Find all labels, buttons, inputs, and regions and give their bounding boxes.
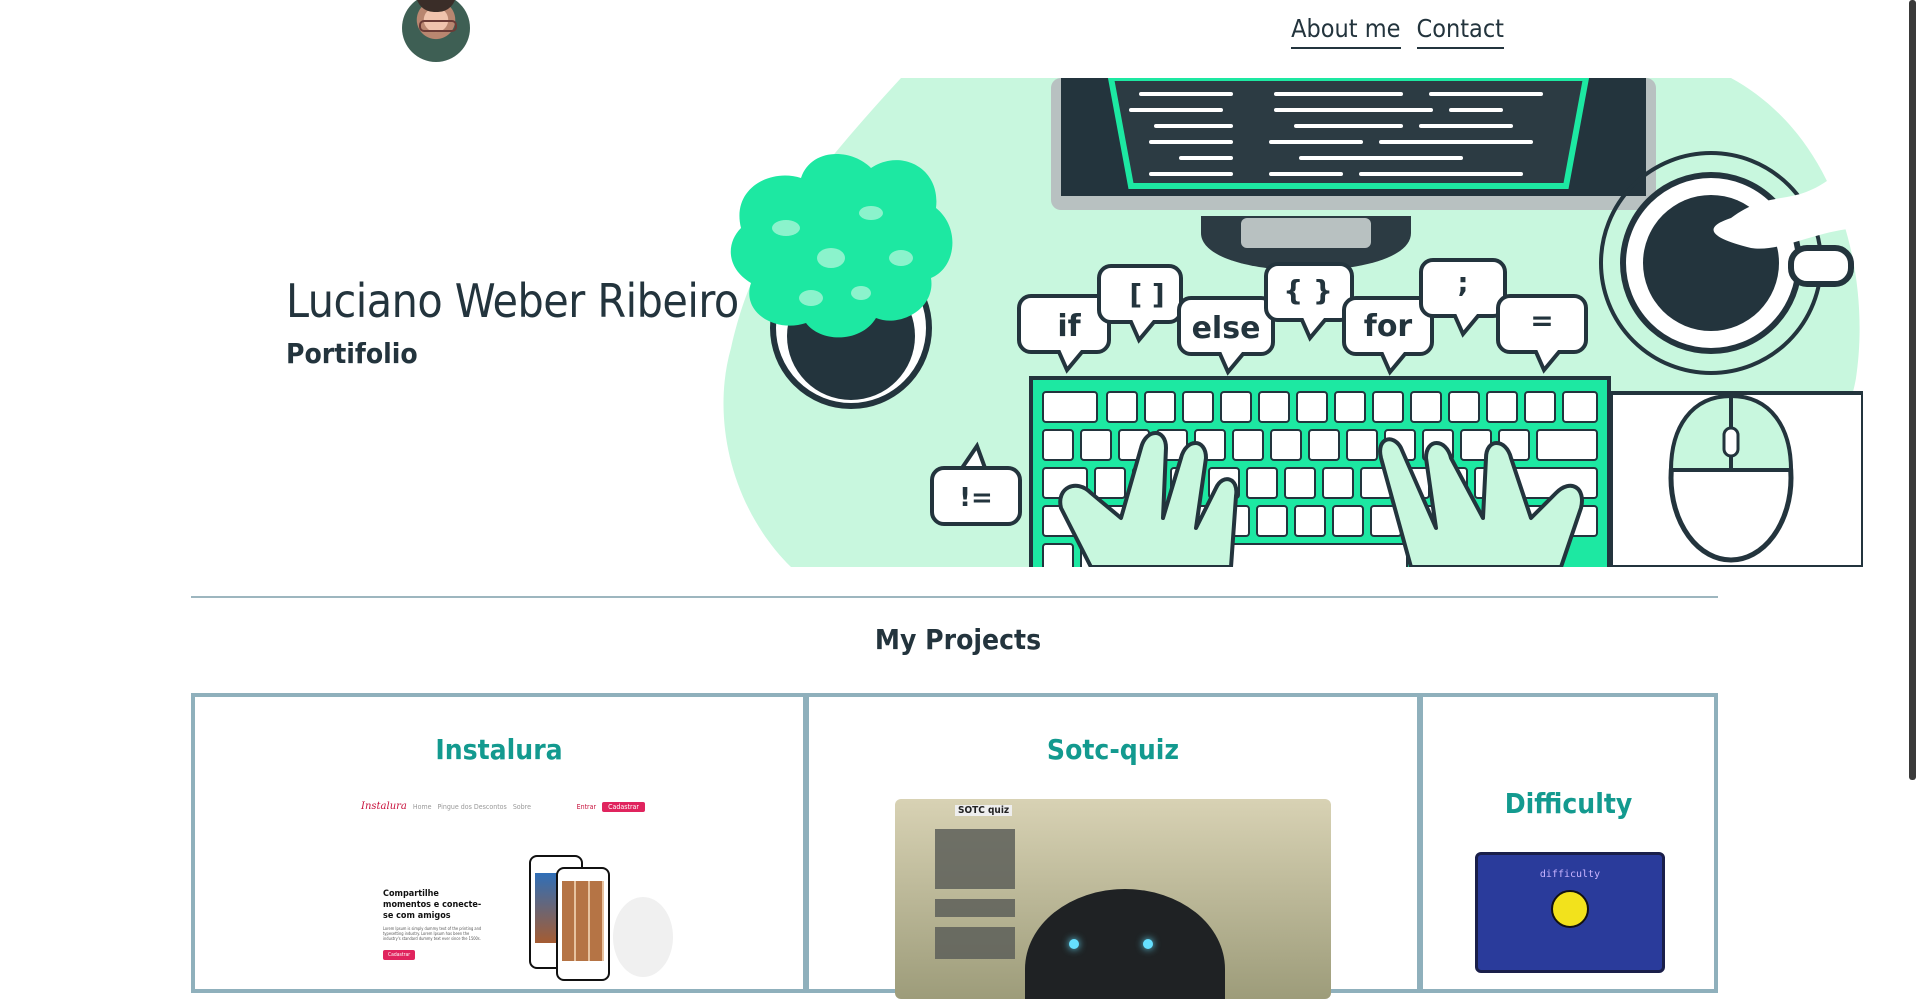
difficulty-smiley-icon — [1551, 890, 1589, 928]
programmer-desk-illustration: if [ ] else { } for ; = != — [723, 78, 1863, 567]
projects-section-title: My Projects — [874, 623, 1042, 656]
hero-subtitle: Portifolio — [286, 337, 418, 370]
page-scrollbar[interactable] — [1909, 0, 1916, 780]
bubble-else: else — [1192, 311, 1261, 346]
project-card-sotc-quiz[interactable]: Sotc-quiz SOTC quiz — [805, 693, 1421, 999]
nav-about-link[interactable]: About me — [1291, 14, 1401, 49]
project-card-instalura[interactable]: Instalura Instalura Home Pingue dos Desc… — [191, 693, 807, 993]
profile-avatar — [402, 0, 470, 62]
instalura-phone-front — [556, 867, 610, 981]
bubble-if: if — [1057, 309, 1081, 344]
sotc-quiz-logo: SOTC quiz — [955, 805, 1013, 816]
instalura-logo: Instalura — [361, 801, 407, 812]
instalura-body: Lorem Ipsum is simply dummy text of the … — [383, 926, 482, 941]
sotc-quiz-preview: SOTC quiz — [895, 799, 1331, 999]
project-title[interactable]: Instalura — [195, 733, 803, 766]
bubble-brackets: [ ] — [1129, 278, 1164, 311]
bubble-for: for — [1364, 309, 1413, 344]
projects-grid: Instalura Instalura Home Pingue dos Desc… — [191, 693, 1718, 999]
hero-name: Luciano Weber Ribeiro — [286, 274, 739, 328]
difficulty-preview: difficulty — [1475, 852, 1665, 973]
project-title[interactable]: Difficulty — [1423, 787, 1714, 820]
bubble-not-equals: != — [959, 483, 993, 513]
difficulty-logo: difficulty — [1539, 869, 1601, 880]
instalura-bg-shape — [613, 897, 673, 977]
project-title[interactable]: Sotc-quiz — [809, 733, 1417, 766]
project-card-difficulty[interactable]: Difficulty difficulty — [1419, 693, 1718, 993]
top-nav: About me Contact — [1291, 14, 1504, 49]
section-divider — [191, 596, 1718, 598]
avatar-glasses — [419, 20, 457, 32]
nav-contact-link[interactable]: Contact — [1416, 14, 1504, 49]
bubble-braces: { } — [1283, 274, 1333, 307]
avatar-hair — [416, 0, 456, 12]
instalura-link-about: Sobre — [512, 802, 531, 811]
instalura-headline: Compartilhe momentos e conecte-se com am… — [383, 889, 482, 921]
instalura-preview: Instalura Home Pingue dos Descontos Sobr… — [361, 801, 673, 1001]
instalura-login: Entrar — [576, 802, 597, 811]
bubble-equals: = — [1530, 304, 1553, 337]
instalura-cta: Cadastrar — [383, 950, 416, 960]
instalura-link-discounts: Pingue dos Descontos — [437, 802, 507, 811]
bubble-semicolon: ; — [1457, 266, 1468, 299]
instalura-signup: Cadastrar — [602, 801, 645, 812]
instalura-link-home: Home — [412, 802, 432, 811]
